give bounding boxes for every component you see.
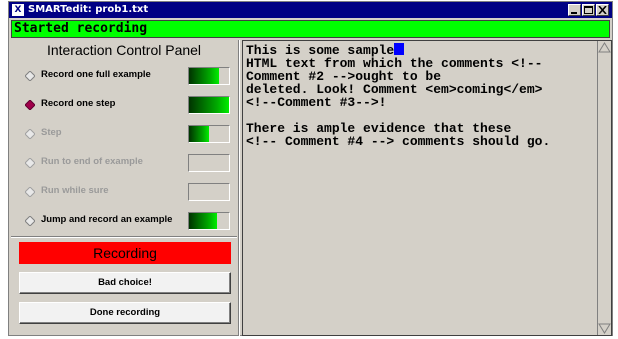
control-label: Run to end of example (41, 156, 143, 167)
control-label: Step (41, 127, 62, 138)
bad-choice-button[interactable]: Bad choice! (19, 272, 231, 294)
editor-text[interactable]: This is some sample HTML text from which… (246, 43, 594, 148)
control-label: Jump and record an example (41, 214, 173, 225)
maximize-icon (584, 6, 593, 14)
control-label: Run while sure (41, 185, 109, 196)
control-run-to-end[interactable]: Run to end of example (11, 151, 237, 175)
radio-diamond-icon[interactable] (25, 71, 35, 81)
panel-divider (11, 236, 237, 238)
window-title: SMARTedit: prob1.txt (28, 4, 149, 15)
control-record-one-step[interactable]: Record one step (11, 93, 237, 117)
radio-diamond-icon[interactable] (25, 187, 35, 197)
confidence-meter (188, 183, 230, 201)
control-step[interactable]: Step (11, 122, 237, 146)
status-bar: Started recording (11, 20, 610, 38)
radio-diamond-icon[interactable] (25, 158, 35, 168)
control-label: Record one full example (41, 69, 151, 80)
radio-diamond-selected-icon[interactable] (25, 100, 35, 110)
title-bar[interactable]: X SMARTedit: prob1.txt (9, 2, 612, 18)
done-recording-button[interactable]: Done recording (19, 302, 231, 324)
text-after-cursor: HTML text from which the comments <!-- C… (246, 56, 551, 149)
scroll-down-arrow-icon[interactable] (598, 322, 611, 335)
interaction-control-panel: Interaction Control Panel Record one ful… (11, 40, 237, 335)
app-icon: X (12, 4, 24, 16)
recording-indicator: Recording (19, 242, 231, 264)
control-jump-and-record[interactable]: Jump and record an example (11, 209, 237, 233)
control-run-while-sure[interactable]: Run while sure (11, 180, 237, 204)
control-record-full-example[interactable]: Record one full example (11, 64, 237, 88)
confidence-meter (188, 96, 230, 114)
confidence-meter (188, 67, 230, 85)
close-button[interactable] (596, 4, 609, 16)
maximize-button[interactable] (582, 4, 595, 16)
radio-diamond-icon[interactable] (25, 129, 35, 139)
pane-divider[interactable] (238, 40, 240, 336)
confidence-meter (188, 125, 230, 143)
vertical-scrollbar[interactable] (597, 41, 611, 335)
text-cursor (394, 43, 405, 55)
confidence-meter (188, 212, 230, 230)
radio-diamond-icon[interactable] (25, 216, 35, 226)
minimize-icon (571, 12, 577, 14)
minimize-button[interactable] (568, 4, 581, 16)
control-label: Record one step (41, 98, 116, 109)
confidence-meter (188, 154, 230, 172)
panel-title: Interaction Control Panel (46, 42, 202, 58)
smartedit-window: X SMARTedit: prob1.txt Started recording… (8, 1, 613, 336)
text-editor[interactable]: This is some sample HTML text from which… (242, 40, 612, 336)
scroll-up-arrow-icon[interactable] (598, 41, 611, 54)
close-icon (598, 6, 607, 14)
